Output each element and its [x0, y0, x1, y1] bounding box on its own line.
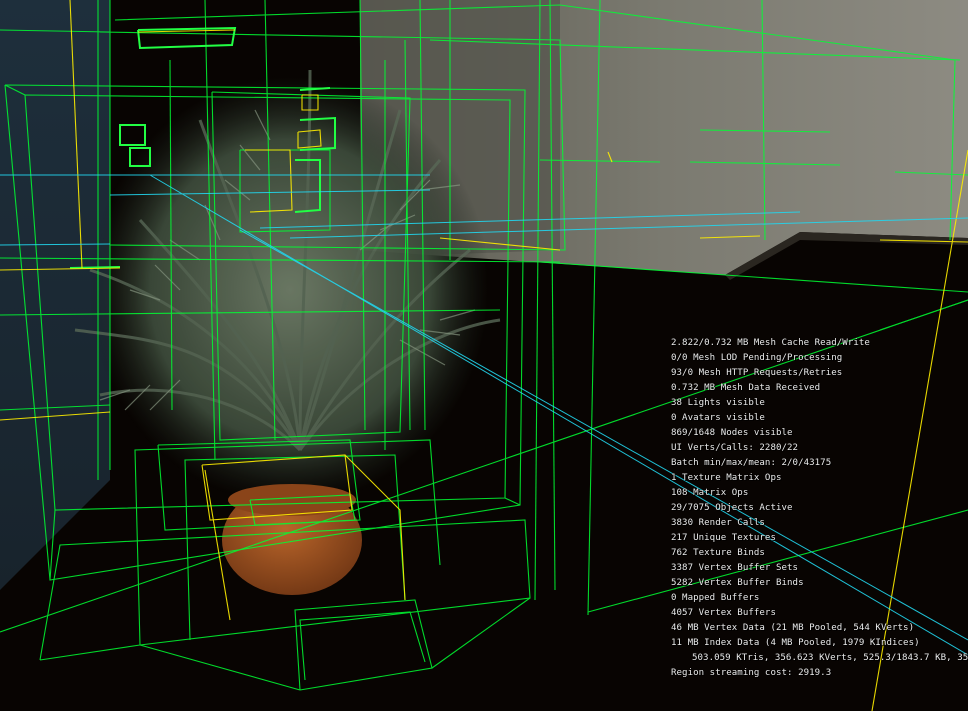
- stat-unique-textures: 217 Unique Textures: [671, 533, 776, 543]
- stat-vb-binds: 5282 Vertex Buffer Binds: [671, 578, 804, 588]
- stat-nodes: 869/1648 Nodes visible: [671, 428, 793, 438]
- stat-avatars: 0 Avatars visible: [671, 413, 765, 423]
- stat-vertex-buffers: 4057 Vertex Buffers: [671, 608, 776, 618]
- stat-region-streaming: Region streaming cost: 2919.3: [671, 668, 832, 678]
- stat-ui-verts: UI Verts/Calls: 2280/22: [671, 443, 799, 453]
- render-stats-overlay: 2.822/0.732 MB Mesh Cache Read/Write 0/0…: [671, 336, 968, 681]
- stat-mesh-http: 93/0 Mesh HTTP Requests/Retries: [671, 368, 843, 378]
- stat-mesh-cache: 2.822/0.732 MB Mesh Cache Read/Write: [671, 338, 870, 348]
- stat-mesh-data: 0.732 MB Mesh Data Received: [671, 383, 821, 393]
- stat-index-data: 11 MB Index Data (4 MB Pooled, 1979 KInd…: [671, 638, 920, 648]
- stat-lights: 38 Lights visible: [671, 398, 765, 408]
- stat-batch: Batch min/max/mean: 2/0/43175: [671, 458, 832, 468]
- stat-mesh-lod: 0/0 Mesh LOD Pending/Processing: [671, 353, 843, 363]
- stat-objects-active: 29/7075 Objects Active: [671, 503, 793, 513]
- stat-vertex-data: 46 MB Vertex Data (21 MB Pooled, 544 KVe…: [671, 623, 915, 633]
- stat-vb-sets: 3387 Vertex Buffer Sets: [671, 563, 799, 573]
- stat-triangles: 503.059 KTris, 356.623 KVerts, 525.3/184…: [692, 653, 968, 663]
- 3d-viewport[interactable]: 2.822/0.732 MB Mesh Cache Read/Write 0/0…: [0, 0, 968, 711]
- stat-texture-matrix: 1 Texture Matrix Ops: [671, 473, 782, 483]
- stat-mapped-buffers: 0 Mapped Buffers: [671, 593, 760, 603]
- stat-texture-binds: 762 Texture Binds: [671, 548, 765, 558]
- stat-render-calls: 3830 Render Calls: [671, 518, 765, 528]
- stat-matrix-ops: 108 Matrix Ops: [671, 488, 749, 498]
